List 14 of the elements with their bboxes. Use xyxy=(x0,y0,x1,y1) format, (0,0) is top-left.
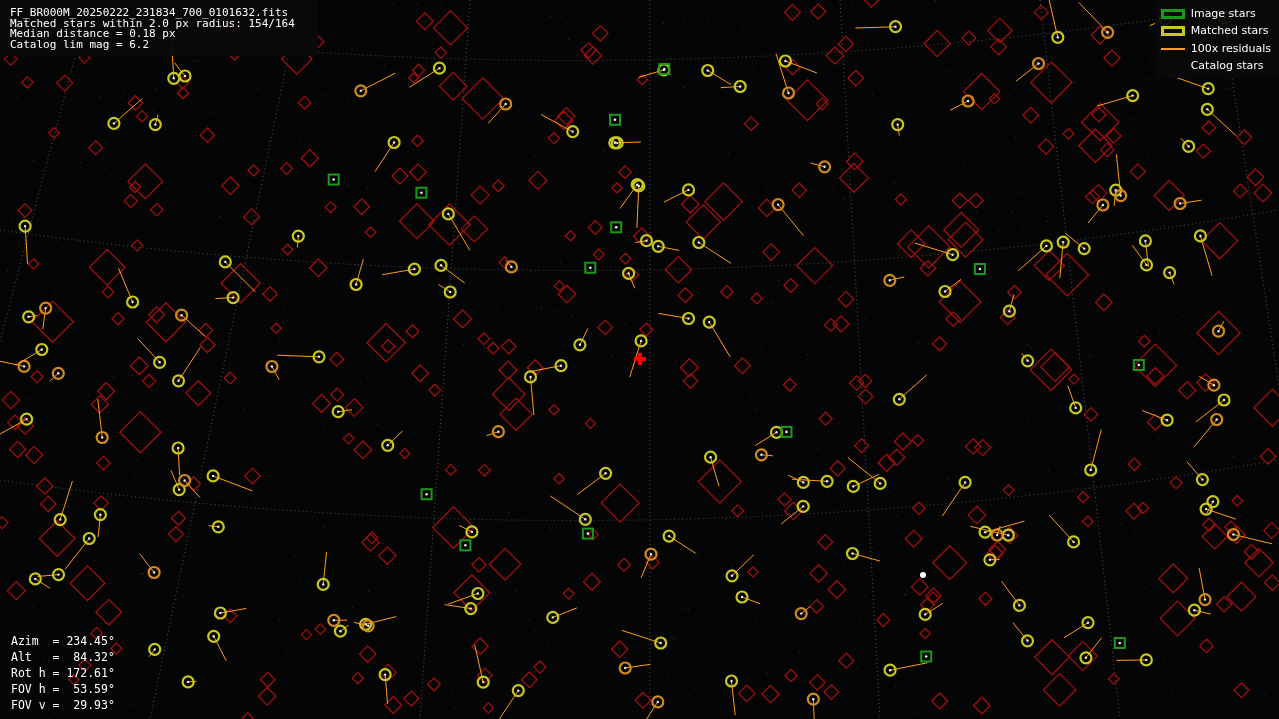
info-text-line: Median distance = 0.18 px xyxy=(10,29,176,40)
legend-label: 100x residuals xyxy=(1190,40,1271,57)
legend-label: Catalog stars xyxy=(1190,58,1264,74)
pointing-text-line: Rot h = 172.61° xyxy=(11,665,115,681)
pointing-text-line: Azim = 234.45° xyxy=(11,633,115,649)
pointing-text-line: FOV h = 53.59° xyxy=(11,681,115,697)
center-cross-icon xyxy=(634,353,646,365)
info-text-line: Matched stars within 2.0 px radius: 154/164 xyxy=(10,18,296,29)
legend-label: Matched stars xyxy=(1190,23,1269,39)
info-text-line: FF_BR000M_20250222_231834_700_0101632.fits xyxy=(10,8,290,19)
info-text-line: Catalog lim mag = 6.2 xyxy=(10,39,151,50)
legend-label: Image stars xyxy=(1190,5,1256,22)
pointing-text-line: FOV v = 29.93° xyxy=(11,697,115,713)
pointing-text-line: Alt = 84.32° xyxy=(11,649,115,665)
